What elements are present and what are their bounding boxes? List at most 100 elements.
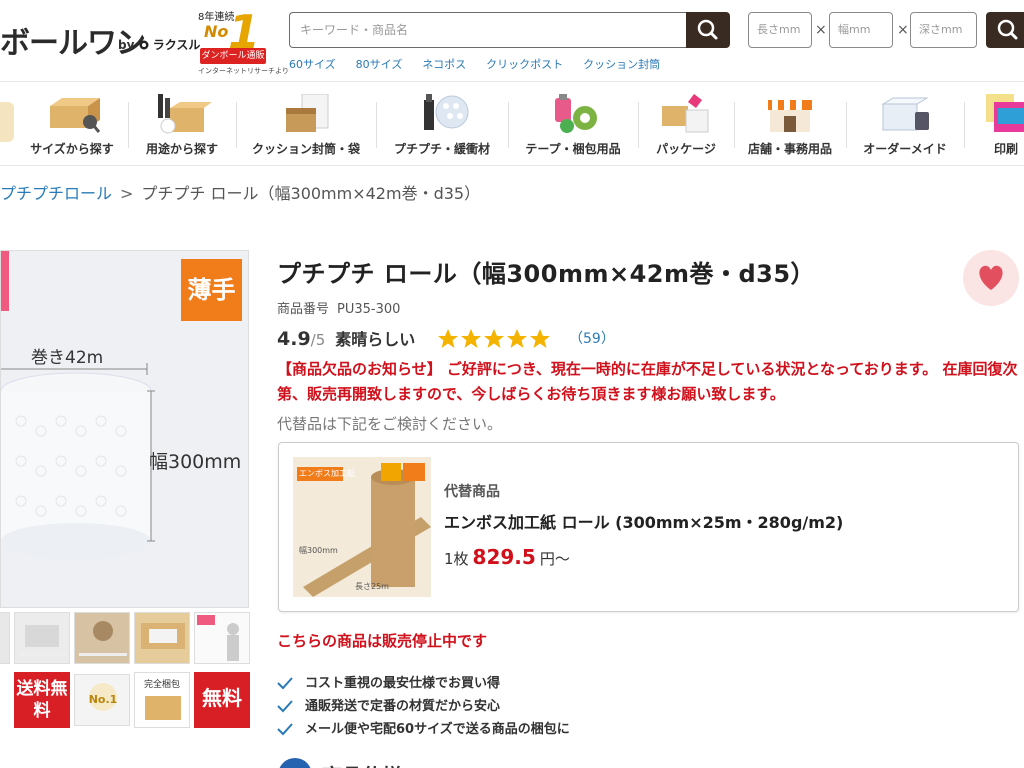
- check-icon: [277, 723, 293, 736]
- search-icon: [697, 19, 718, 40]
- category-package[interactable]: パッケージ: [642, 82, 730, 166]
- feature-item: 通販発送で定番の材質だから安心: [277, 695, 570, 718]
- length-input[interactable]: 長さmm: [748, 12, 812, 48]
- rating-word: 素晴らしい: [335, 330, 416, 349]
- search-button[interactable]: [686, 12, 730, 48]
- popular-tags: 60サイズ 80サイズ ネコポス クリックポスト クッション封筒: [289, 56, 680, 72]
- award-badge: 8年連続 No 1 ダンボール通販 インターネットリサーチより: [198, 8, 289, 75]
- stock-notice: 【商品欠品のお知らせ】 ご好評につき、現在一時的に在庫が不足している状況となって…: [277, 360, 1018, 403]
- width-input[interactable]: 幅mm: [829, 12, 893, 48]
- alternative-note: 代替品は下記をご検討ください。: [277, 415, 503, 433]
- badge-row: 送料無料 No.1 完全梱包 無料: [0, 672, 250, 730]
- feature-text: 通販発送で定番の材質だから安心: [305, 699, 501, 714]
- star-rating-icon: [438, 329, 550, 348]
- category-label: テープ・梱包用品: [525, 142, 621, 156]
- tag-link[interactable]: クッション封筒: [583, 58, 660, 71]
- search-icon: [997, 19, 1018, 40]
- tag-link[interactable]: ネコポス: [422, 58, 466, 71]
- bubble-wrap-icon: [424, 94, 469, 130]
- spec-section-heading: 商品仕様: [322, 760, 402, 768]
- size-search-button[interactable]: [986, 12, 1024, 48]
- award-no: No: [204, 22, 229, 41]
- free-shipping-badge[interactable]: 送料無料: [14, 672, 70, 728]
- thumbnail[interactable]: [74, 612, 130, 664]
- rating-max: /5: [310, 331, 326, 349]
- search-input[interactable]: キーワード・商品名: [289, 12, 687, 48]
- nav-divider: [508, 102, 509, 148]
- category-label: オーダーメイド: [863, 142, 947, 156]
- size-separator: ×: [897, 22, 909, 38]
- breadcrumb-current: プチプチ ロール（幅300mm×42m巻・d35）: [141, 184, 481, 203]
- product-main-image[interactable]: 薄手 巻き42m 幅300mm: [0, 250, 249, 608]
- alt-unit: 1枚: [444, 550, 469, 568]
- roll-width-label: 幅300mm: [149, 451, 242, 473]
- category-bubble-wrap[interactable]: プチプチ・緩衝材: [380, 82, 504, 166]
- product-code-value: PU35-300: [337, 302, 401, 317]
- alt-img-length: 長さ25m: [355, 582, 389, 591]
- nav-divider: [236, 102, 237, 148]
- shop-icon: [768, 100, 812, 132]
- thumbnail[interactable]: [194, 612, 250, 664]
- category-tape[interactable]: テープ・梱包用品: [512, 82, 634, 166]
- product-title: プチプチ ロール（幅300mm×42m巻・d35）: [277, 260, 816, 288]
- heart-icon: [979, 265, 1003, 290]
- feature-item: コスト重視の最安仕様でお買い得: [277, 672, 570, 695]
- discontinued-notice: こちらの商品は販売停止中です: [277, 632, 488, 650]
- favorite-button[interactable]: [963, 250, 1019, 306]
- category-cushion-envelope[interactable]: クッション封筒・袋: [240, 82, 372, 166]
- rating-score: 4.9: [277, 328, 311, 350]
- spec-section-icon: [278, 758, 312, 768]
- thin-badge: 薄手: [181, 259, 242, 321]
- category-label: サイズから探す: [30, 142, 114, 156]
- badge-title: 完全梱包: [143, 680, 180, 690]
- logo-print-icon: [986, 94, 1024, 132]
- thumbnail[interactable]: No.1: [74, 674, 130, 726]
- alt-price-suffix: 円〜: [539, 550, 570, 568]
- category-shop[interactable]: 店舗・事務用品: [738, 82, 842, 166]
- category-print[interactable]: 印刷: [968, 82, 1024, 166]
- alternative-label: 代替商品: [444, 484, 500, 500]
- feature-text: コスト重視の最安仕様でお買い得: [305, 676, 501, 691]
- thumbnail[interactable]: [14, 612, 70, 664]
- tag-link[interactable]: 60サイズ: [289, 58, 336, 71]
- logo-brand: ラクスル: [152, 38, 201, 52]
- tag-link[interactable]: 80サイズ: [356, 58, 403, 71]
- category-size[interactable]: サイズから探す: [20, 82, 124, 166]
- logo-by-text: by: [118, 38, 135, 52]
- breadcrumb-parent[interactable]: プチプチロール: [0, 184, 112, 203]
- nav-divider: [376, 102, 377, 148]
- gift-box-icon: [662, 94, 709, 133]
- tag-link[interactable]: クリックポスト: [486, 58, 563, 71]
- category-custom[interactable]: オーダーメイド: [850, 82, 960, 166]
- award-ribbon: ダンボール通販: [200, 48, 266, 64]
- check-icon: [277, 700, 293, 713]
- award-source: インターネットリサーチより: [198, 67, 289, 75]
- nav-divider: [846, 102, 847, 148]
- category-label: クッション封筒・袋: [251, 142, 360, 156]
- review-count-link[interactable]: （59）: [569, 328, 615, 348]
- nav-divider: [128, 102, 129, 148]
- thumbnail[interactable]: [134, 612, 190, 664]
- check-icon: [277, 677, 293, 690]
- category-usage[interactable]: 用途から探す: [132, 82, 232, 166]
- feature-list: コスト重視の最安仕様でお買い得 通販発送で定番の材質だから安心 メール便や宅配6…: [277, 672, 570, 741]
- alternative-name[interactable]: エンボス加工紙 ロール (300mm×25m・280g/m2): [444, 509, 843, 533]
- category-label: 店舗・事務用品: [747, 142, 832, 156]
- site-header: ボールワン by ラクスル 8年連続 No 1 ダンボール通販 インターネットリ…: [0, 0, 1024, 82]
- complete-packing-badge[interactable]: 完全梱包: [134, 672, 190, 728]
- svg-text:No.1: No.1: [89, 693, 118, 706]
- category-label: パッケージ: [656, 142, 716, 156]
- thumbnail-row: [0, 612, 250, 667]
- size-separator: ×: [815, 22, 827, 38]
- wine-box-icon: [158, 94, 212, 134]
- scroll-left-icon[interactable]: [0, 102, 14, 142]
- free-badge[interactable]: 無料: [194, 672, 250, 728]
- image-tag: [1, 251, 9, 311]
- alt-img-size: 幅300mm: [299, 546, 338, 555]
- rating: 4.9/5 素晴らしい （59）: [277, 326, 615, 350]
- alternative-product-card[interactable]: エンボス加工紙 幅300mm 長さ25m 代替商品 エンボス加工紙 ロール (3…: [278, 442, 1019, 612]
- thumbnail[interactable]: [0, 612, 10, 664]
- nav-divider: [734, 102, 735, 148]
- category-label: 用途から探す: [145, 142, 218, 156]
- depth-input[interactable]: 深さmm: [910, 12, 977, 48]
